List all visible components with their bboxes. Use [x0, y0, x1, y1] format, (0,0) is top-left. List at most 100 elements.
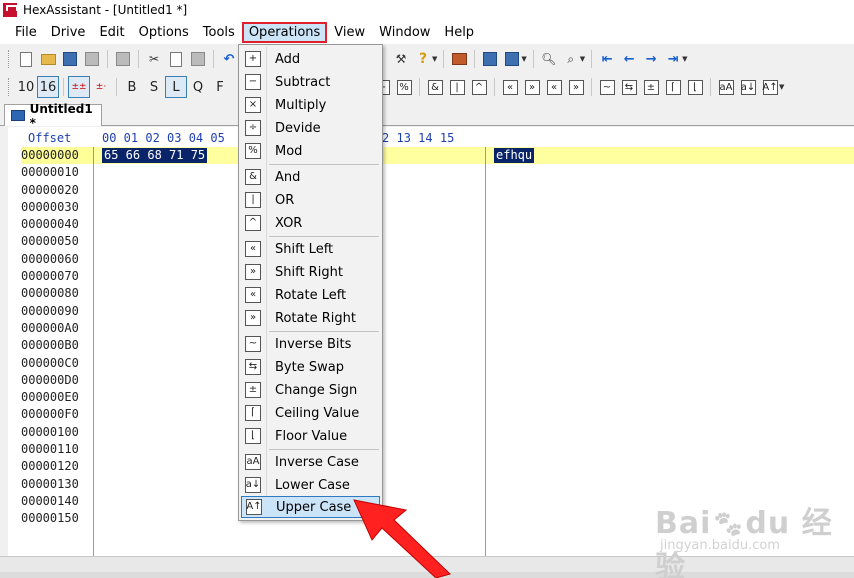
menu-drive[interactable]: Drive	[44, 22, 93, 43]
offset-row[interactable]: 00000070	[21, 268, 93, 285]
menu-item-ceiling-value[interactable]: ⌈ Ceiling Value	[241, 402, 380, 424]
op-rol-button[interactable]: «	[543, 76, 565, 98]
offset-row[interactable]: 00000110	[21, 441, 93, 458]
menu-item-rotate-right[interactable]: » Rotate Right	[241, 307, 380, 329]
float-button[interactable]: F	[209, 76, 231, 98]
op-change-sign-button[interactable]: ±	[640, 76, 662, 98]
menu-item-rotate-left[interactable]: « Rotate Left	[241, 284, 380, 306]
menu-options[interactable]: Options	[132, 22, 196, 43]
offset-row[interactable]: 00000090	[21, 303, 93, 320]
base-10-button[interactable]: 10	[15, 76, 37, 98]
menu-item-byte-swap[interactable]: ⇆ Byte Swap	[241, 356, 380, 378]
go-forward-button[interactable]: →	[640, 48, 662, 70]
bookmark-button[interactable]	[501, 48, 523, 70]
offset-row[interactable]: 00000050	[21, 233, 93, 250]
menu-item-multiply[interactable]: × Multiply	[241, 94, 380, 116]
inverse-case-icon: aA	[718, 79, 734, 95]
menu-item-mod[interactable]: % Mod	[241, 140, 380, 162]
op-xor-button[interactable]: ^	[468, 76, 490, 98]
op-inverse-case-button[interactable]: aA	[715, 76, 737, 98]
op-or-button[interactable]: |	[446, 76, 468, 98]
offset-row[interactable]: 00000030	[21, 199, 93, 216]
menu-view[interactable]: View	[327, 22, 372, 43]
offset-row[interactable]: 00000010	[21, 164, 93, 181]
menu-item-change-sign[interactable]: ± Change Sign	[241, 379, 380, 401]
menu-item-add[interactable]: + Add	[241, 48, 380, 70]
op-byte-swap-button[interactable]: ⇆	[618, 76, 640, 98]
op-ceiling-button[interactable]: ⌈	[662, 76, 684, 98]
menu-item-shift-right[interactable]: » Shift Right	[241, 261, 380, 283]
toolbar-grip[interactable]	[8, 78, 11, 96]
menu-item-devide[interactable]: ÷ Devide	[241, 117, 380, 139]
offset-row[interactable]: 000000B0	[21, 337, 93, 354]
op-floor-button[interactable]: ⌊	[684, 76, 706, 98]
ascii-selection[interactable]: efhqu	[494, 148, 535, 163]
help-button[interactable]: ?	[412, 48, 434, 70]
op-shl-button[interactable]: «	[499, 76, 521, 98]
base-16-button[interactable]: 16	[37, 76, 59, 98]
print-button[interactable]	[112, 48, 134, 70]
op-inverse-bits-button[interactable]: ~	[596, 76, 618, 98]
signed-button[interactable]: ±±	[68, 76, 90, 98]
op-ror-button[interactable]: »	[565, 76, 587, 98]
offset-row[interactable]: 000000F0	[21, 406, 93, 423]
short-button[interactable]: S	[143, 76, 165, 98]
copy-button[interactable]	[165, 48, 187, 70]
offset-row[interactable]: 00000000	[21, 147, 93, 165]
menu-window[interactable]: Window	[372, 22, 437, 43]
offset-row[interactable]: 000000C0	[21, 355, 93, 372]
book-button[interactable]	[479, 48, 501, 70]
offset-row[interactable]: 00000100	[21, 424, 93, 441]
menu-item-inverse-bits[interactable]: ~ Inverse Bits	[241, 333, 380, 355]
toolbar-grip[interactable]	[8, 50, 11, 68]
offset-row[interactable]: 00000020	[21, 182, 93, 199]
go-back-button[interactable]: ←	[618, 48, 640, 70]
menu-help[interactable]: Help	[437, 22, 481, 43]
offset-row[interactable]: 00000120	[21, 458, 93, 475]
offset-row[interactable]: 00000150	[21, 510, 93, 527]
unsigned-button[interactable]: ±·	[90, 76, 112, 98]
op-lower-case-button[interactable]: a↓	[737, 76, 759, 98]
offset-row[interactable]: 00000060	[21, 251, 93, 268]
menu-item-or[interactable]: | OR	[241, 189, 380, 211]
long-button[interactable]: L	[165, 76, 187, 98]
go-first-button[interactable]: ⇤	[596, 48, 618, 70]
offset-row[interactable]: 000000D0	[21, 372, 93, 389]
offset-row[interactable]: 000000E0	[21, 389, 93, 406]
offset-row[interactable]: 000000A0	[21, 320, 93, 337]
new-file-button[interactable]	[15, 48, 37, 70]
op-mod-button[interactable]: %	[393, 76, 415, 98]
menu-file[interactable]: File	[8, 22, 44, 43]
offset-row[interactable]: 00000130	[21, 476, 93, 493]
menu-item-floor-value[interactable]: ⌊ Floor Value	[241, 425, 380, 447]
open-file-button[interactable]	[37, 48, 59, 70]
save-all-button[interactable]	[81, 48, 103, 70]
quad-button[interactable]: Q	[187, 76, 209, 98]
cut-button[interactable]: ✂	[143, 48, 165, 70]
menu-item-subtract[interactable]: − Subtract	[241, 71, 380, 93]
menu-edit[interactable]: Edit	[92, 22, 131, 43]
go-last-button[interactable]: ⇥	[662, 48, 684, 70]
save-button[interactable]	[59, 48, 81, 70]
offset-row[interactable]: 00000140	[21, 493, 93, 510]
menu-tools[interactable]: Tools	[196, 22, 242, 43]
offset-row[interactable]: 00000040	[21, 216, 93, 233]
menu-item-shift-left[interactable]: « Shift Left	[241, 238, 380, 260]
find-button[interactable]: 🔍︎	[538, 48, 560, 70]
tab-untitled1[interactable]: Untitled1 *	[4, 102, 102, 130]
paste-button[interactable]	[187, 48, 209, 70]
offset-row[interactable]: 00000080	[21, 285, 93, 302]
find-next-button[interactable]: ⌕	[560, 48, 582, 70]
op-shr-button[interactable]: »	[521, 76, 543, 98]
op-upper-case-button[interactable]: A↑	[759, 76, 781, 98]
op-and-button[interactable]: &	[424, 76, 446, 98]
menu-item-xor[interactable]: ^ XOR	[241, 212, 380, 234]
undo-button[interactable]: ↶	[218, 48, 240, 70]
menu-item-inverse-case[interactable]: aA Inverse Case	[241, 451, 380, 473]
byte-button[interactable]: B	[121, 76, 143, 98]
hex-selection[interactable]: 65 66 68 71 75	[102, 148, 208, 163]
menu-operations[interactable]: Operations	[241, 21, 328, 43]
menu-item-and[interactable]: & And	[241, 166, 380, 188]
briefcase-button[interactable]	[448, 48, 470, 70]
tool-button[interactable]: ⚒	[390, 48, 412, 70]
